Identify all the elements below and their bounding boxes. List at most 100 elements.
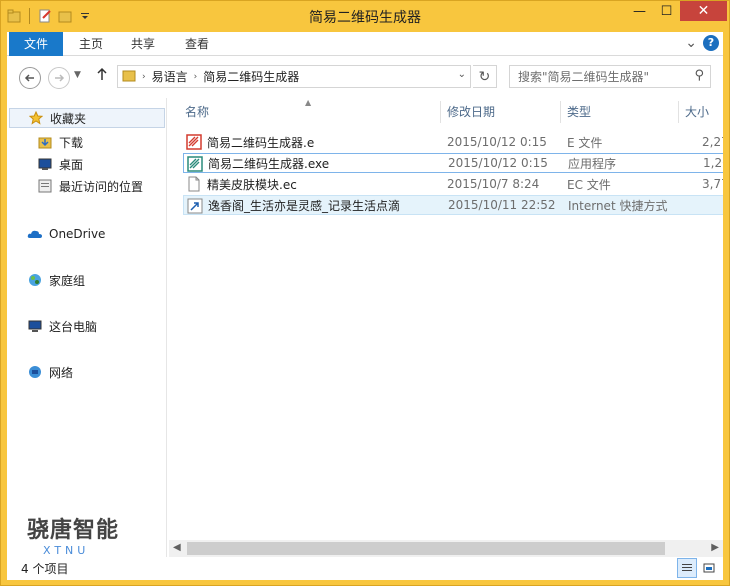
- tab-view[interactable]: 查看: [173, 32, 221, 56]
- scrollbar-thumb[interactable]: [187, 542, 665, 555]
- file-size: 2,27: [702, 135, 723, 149]
- tab-file[interactable]: 文件: [9, 32, 63, 56]
- file-row[interactable]: 简易二维码生成器.exe 2015/10/12 0:15 应用程序 1,20: [183, 153, 723, 173]
- nav-item-recent[interactable]: 最近访问的位置: [37, 176, 143, 196]
- search-icon[interactable]: ⚲: [694, 68, 704, 83]
- nav-item-desktop[interactable]: 桌面: [37, 154, 83, 174]
- help-icon[interactable]: ?: [703, 35, 719, 51]
- blank-file-icon: [186, 176, 202, 192]
- window-title: 简易二维码生成器: [309, 10, 421, 26]
- tab-share[interactable]: 共享: [119, 32, 167, 56]
- watermark-logo-sub: XTNU: [43, 544, 90, 557]
- ribbon-tabs: 文件 主页 共享 查看 ⌄ ?: [7, 32, 723, 56]
- nav-label-network: 网络: [49, 365, 74, 380]
- nav-item-onedrive[interactable]: OneDrive: [27, 224, 105, 244]
- navigation-bar: ▼ › 易语言 › 简易二维码生成器 ⌄ ↻ 搜索"简易二维码生成器" ⚲: [7, 56, 723, 98]
- file-date: 2015/10/11 22:52: [448, 198, 556, 212]
- column-divider[interactable]: [440, 101, 441, 123]
- navigation-pane: 收藏夹 下载 桌面 最近访问的位置 OneDrive 家庭组 这台电脑 网络 骁…: [7, 98, 167, 557]
- column-header-type[interactable]: 类型: [567, 101, 591, 123]
- column-divider[interactable]: [560, 101, 561, 123]
- nav-item-thispc[interactable]: 这台电脑: [27, 316, 97, 336]
- nav-label-favorites: 收藏夹: [50, 111, 87, 126]
- file-name: 精美皮肤模块.ec: [207, 177, 297, 192]
- scroll-left-icon[interactable]: ◀: [173, 542, 181, 553]
- address-folder-icon: [122, 68, 136, 85]
- file-type: EC 文件: [567, 177, 611, 192]
- forward-button[interactable]: [48, 67, 70, 89]
- nav-label-onedrive: OneDrive: [49, 227, 106, 241]
- expand-ribbon-icon[interactable]: ⌄: [685, 35, 697, 51]
- column-divider[interactable]: [678, 101, 679, 123]
- column-header-date[interactable]: 修改日期: [447, 101, 495, 123]
- tab-home[interactable]: 主页: [67, 32, 115, 56]
- file-row[interactable]: 简易二维码生成器.e 2015/10/12 0:15 E 文件 2,27: [183, 132, 723, 152]
- refresh-button[interactable]: ↻: [473, 65, 497, 88]
- file-name: 简易二维码生成器.e: [207, 135, 315, 150]
- file-row[interactable]: 精美皮肤模块.ec 2015/10/7 8:24 EC 文件 3,77: [183, 174, 723, 194]
- nav-item-network[interactable]: 网络: [27, 362, 73, 382]
- column-header-name[interactable]: 名称: [185, 101, 209, 123]
- title-bar: 简易二维码生成器 — ☐ ✕: [1, 1, 729, 32]
- status-bar: 4 个项目: [7, 557, 723, 580]
- file-size: 1,20: [703, 156, 723, 170]
- up-button[interactable]: [96, 67, 108, 85]
- nav-item-homegroup[interactable]: 家庭组: [27, 270, 85, 290]
- desktop-icon: [37, 156, 53, 172]
- file-type: E 文件: [567, 135, 603, 150]
- horizontal-scrollbar[interactable]: ◀ ▶: [169, 540, 723, 557]
- address-dropdown-icon[interactable]: ⌄: [458, 69, 466, 80]
- sort-arrow-icon: ▲: [305, 98, 312, 107]
- nav-item-favorites[interactable]: 收藏夹: [9, 108, 165, 128]
- window-controls: — ☐ ✕: [626, 1, 727, 21]
- recent-locations-icon[interactable]: ▼: [74, 70, 81, 80]
- internet-shortcut-icon: [187, 198, 203, 214]
- file-type: Internet 快捷方式: [568, 198, 668, 213]
- search-placeholder: 搜索"简易二维码生成器": [518, 70, 650, 84]
- address-bar[interactable]: › 易语言 › 简易二维码生成器 ⌄: [117, 65, 471, 88]
- minimize-button[interactable]: —: [626, 1, 653, 21]
- breadcrumb-current[interactable]: 简易二维码生成器: [203, 68, 299, 85]
- exe-icon: [187, 156, 203, 172]
- back-button[interactable]: [19, 67, 41, 89]
- star-icon: [28, 110, 44, 126]
- view-switcher: [677, 558, 719, 578]
- nav-label-desktop: 桌面: [59, 157, 84, 172]
- onedrive-icon: [27, 226, 43, 242]
- file-name: 简易二维码生成器.exe: [208, 156, 330, 171]
- file-size: 3,77: [702, 177, 723, 191]
- close-button[interactable]: ✕: [680, 1, 727, 21]
- column-header-size[interactable]: 大小: [685, 101, 709, 123]
- item-count: 4 个项目: [21, 562, 69, 576]
- nav-label-homegroup: 家庭组: [49, 273, 86, 288]
- large-icons-view-icon[interactable]: [699, 558, 719, 578]
- content-area: 收藏夹 下载 桌面 最近访问的位置 OneDrive 家庭组 这台电脑 网络 骁…: [7, 98, 723, 557]
- file-list-pane: ▲ 名称 修改日期 类型 大小 简易二维码生成器.e 2015/10/12 0:…: [169, 98, 723, 557]
- file-row[interactable]: 逸香阁_生活亦是灵感_记录生活点滴 2015/10/11 22:52 Inter…: [183, 195, 723, 215]
- maximize-button[interactable]: ☐: [653, 1, 680, 21]
- scroll-right-icon[interactable]: ▶: [711, 542, 719, 553]
- file-name: 逸香阁_生活亦是灵感_记录生活点滴: [208, 198, 401, 213]
- breadcrumb-yiyuyan[interactable]: 易语言: [152, 68, 188, 85]
- file-date: 2015/10/12 0:15: [448, 156, 548, 170]
- recent-places-icon: [37, 178, 53, 194]
- explorer-window: 简易二维码生成器 — ☐ ✕ 文件 主页 共享 查看 ⌄ ? ▼ › 易语言 ›…: [0, 0, 730, 586]
- details-view-icon[interactable]: [677, 558, 697, 578]
- nav-label-thispc: 这台电脑: [49, 319, 98, 334]
- breadcrumb-arrow-icon[interactable]: ›: [194, 72, 198, 82]
- downloads-icon: [37, 134, 53, 150]
- nav-label-recent: 最近访问的位置: [59, 179, 144, 194]
- homegroup-icon: [27, 272, 43, 288]
- watermark-logo: 骁唐智能: [27, 518, 120, 543]
- nav-item-downloads[interactable]: 下载: [37, 132, 83, 152]
- breadcrumb-arrow-icon[interactable]: ›: [142, 72, 146, 82]
- network-icon: [27, 364, 43, 380]
- file-date: 2015/10/7 8:24: [447, 177, 540, 191]
- search-input[interactable]: 搜索"简易二维码生成器" ⚲: [509, 65, 711, 88]
- e-file-icon: [186, 134, 202, 150]
- file-date: 2015/10/12 0:15: [447, 135, 547, 149]
- nav-label-downloads: 下载: [59, 135, 84, 150]
- file-type: 应用程序: [568, 156, 617, 171]
- computer-icon: [27, 318, 43, 334]
- ribbon-right-controls: ⌄ ?: [685, 35, 719, 51]
